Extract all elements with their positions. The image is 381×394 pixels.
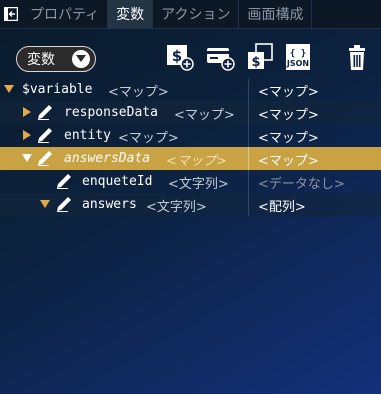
expanded-arrow-icon[interactable] — [40, 199, 50, 209]
add-variable-icon: $ — [167, 45, 194, 71]
panel-toggle-icon[interactable] — [0, 0, 22, 28]
svg-text:JSON: JSON — [286, 59, 309, 68]
svg-text:{ }: { } — [290, 49, 306, 59]
tree-row-answersdata[interactable]: answersData <マップ> <マップ> — [0, 147, 381, 170]
expanded-arrow-icon[interactable] — [22, 153, 32, 163]
tab-variables[interactable]: 変数 — [108, 0, 154, 28]
tree-row-answers[interactable]: answers <文字列> <配列> — [0, 193, 381, 216]
tree-row-name: answersData — [64, 151, 151, 166]
json-button[interactable]: { } JSON — [284, 42, 314, 72]
json-icon: { } JSON — [286, 44, 310, 70]
tree-row-name: $variable — [22, 82, 93, 97]
add-field-button[interactable] — [205, 42, 235, 72]
tree-row-type: <マップ> — [174, 108, 235, 123]
tree-row-entity[interactable]: entity <マップ> <マップ> — [0, 124, 381, 147]
tree-row-value: <マップ> — [258, 154, 319, 169]
tree-row-type: <マップ> — [108, 85, 169, 100]
trash-icon — [349, 45, 365, 70]
tree-row-type: <マップ> — [118, 131, 179, 146]
pencil-icon[interactable] — [37, 127, 53, 143]
tree-row-responsedata[interactable]: responseData <マップ> <マップ> — [0, 101, 381, 124]
variable-tree: $variable <マップ> <マップ> responseData <マップ>… — [0, 78, 381, 216]
tree-row-name: responseData — [64, 105, 158, 120]
tree-row-value: <マップ> — [258, 85, 319, 100]
tree-row-value: <配列> — [258, 200, 306, 215]
pencil-icon[interactable] — [37, 104, 53, 120]
tree-row-variable[interactable]: $variable <マップ> <マップ> — [0, 78, 381, 101]
pencil-icon[interactable] — [56, 196, 72, 212]
tree-row-type: <文字列> — [146, 200, 207, 215]
variables-toolbar: 変数 $ $ { } JSON — [0, 40, 381, 80]
collapsed-arrow-icon[interactable] — [22, 130, 32, 140]
add-field-icon — [207, 48, 235, 71]
chevron-down-icon — [72, 50, 90, 68]
pencil-icon[interactable] — [37, 150, 53, 166]
tree-row-type: <文字列> — [168, 177, 229, 192]
tree-row-name: answers — [82, 197, 137, 212]
add-variable-button[interactable]: $ — [165, 42, 195, 72]
collapsed-arrow-icon[interactable] — [22, 107, 32, 117]
tree-row-type: <マップ> — [166, 154, 227, 169]
tree-row-name: enqueteId — [82, 174, 153, 189]
tree-row-name: entity — [64, 128, 111, 143]
copy-variable-icon: $ — [248, 43, 273, 70]
tree-row-value: <データなし> — [258, 177, 345, 192]
variable-type-select[interactable]: 変数 — [16, 46, 96, 72]
svg-text:$: $ — [251, 55, 260, 70]
delete-variable-button[interactable] — [344, 42, 374, 72]
tab-actions[interactable]: アクション — [153, 0, 240, 28]
pencil-icon[interactable] — [56, 173, 72, 189]
expanded-arrow-icon[interactable] — [4, 84, 14, 94]
tab-screen-structure[interactable]: 画面構成 — [239, 0, 313, 28]
tab-properties[interactable]: プロパティ — [22, 0, 109, 28]
tree-row-value: <マップ> — [258, 131, 319, 146]
tree-row-enqueteid[interactable]: enqueteId <文字列> <データなし> — [0, 170, 381, 193]
copy-variable-button[interactable]: $ — [245, 42, 275, 72]
tree-row-value: <マップ> — [258, 108, 319, 123]
variable-type-select-label: 変数 — [27, 52, 55, 68]
panel-tab-bar: プロパティ 変数 アクション 画面構成 — [0, 0, 381, 29]
